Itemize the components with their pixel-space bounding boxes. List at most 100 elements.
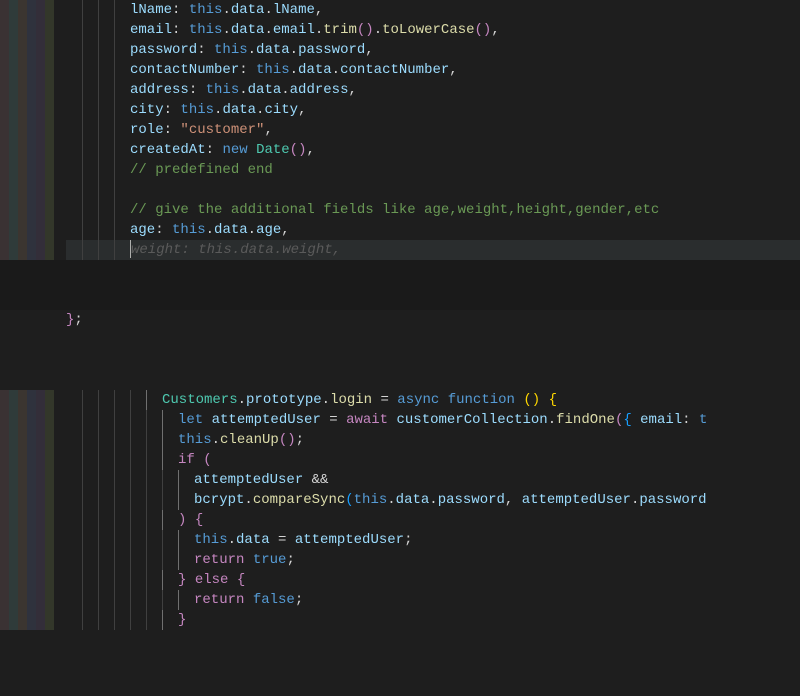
token: {: [195, 512, 203, 528]
token: await: [346, 412, 388, 428]
token: [203, 412, 211, 428]
token: .: [244, 492, 252, 508]
code-line[interactable]: city: this.data.city,: [66, 100, 800, 120]
token: [439, 392, 447, 408]
token: [632, 412, 640, 428]
token: data: [396, 492, 430, 508]
token: ;: [286, 552, 294, 568]
token: data: [256, 42, 290, 58]
code-editor[interactable]: lName: this.data.lName,email: this.data.…: [0, 0, 800, 696]
code-line[interactable]: bcrypt.compareSync(this.data.password, a…: [66, 490, 800, 510]
code-line[interactable]: let attemptedUser = await customerCollec…: [66, 410, 800, 430]
token: email: [640, 412, 682, 428]
token: email: [273, 22, 315, 38]
token: Date: [256, 142, 290, 158]
code-line[interactable]: ) {: [66, 510, 800, 530]
token: (): [290, 142, 307, 158]
code-line[interactable]: this.data = attemptedUser;: [66, 530, 800, 550]
token: }: [178, 612, 186, 628]
token: {: [549, 392, 557, 408]
token: password: [438, 492, 505, 508]
token: this: [178, 432, 212, 448]
code-line[interactable]: } else {: [66, 570, 800, 590]
token: createdAt: [130, 142, 206, 158]
token: .: [212, 432, 220, 448]
token: lName: [273, 2, 315, 18]
code-line[interactable]: if (: [66, 450, 800, 470]
token: :: [206, 142, 223, 158]
token: .: [248, 42, 256, 58]
token: .: [228, 532, 236, 548]
token: (): [357, 22, 374, 38]
code-line[interactable]: email: this.data.email.trim().toLowerCas…: [66, 20, 800, 40]
token: &&: [303, 472, 337, 488]
code-line[interactable]: // predefined end: [66, 160, 800, 180]
code-line[interactable]: contactNumber: this.data.contactNumber,: [66, 60, 800, 80]
code-line[interactable]: age: this.data.age,: [66, 220, 800, 240]
code-line[interactable]: };: [66, 310, 800, 330]
token: .: [332, 62, 340, 78]
token: ,: [306, 142, 314, 158]
token: data: [222, 102, 256, 118]
token: findOne: [556, 412, 615, 428]
token: .: [264, 2, 272, 18]
token: .: [238, 392, 246, 408]
code-line[interactable]: weight: this.data.weight,: [66, 240, 800, 260]
code-line[interactable]: }: [66, 610, 800, 630]
code-line[interactable]: attemptedUser &&: [66, 470, 800, 490]
token: this: [354, 492, 388, 508]
token: [186, 572, 194, 588]
code-line[interactable]: return false;: [66, 590, 800, 610]
token: ;: [74, 312, 82, 328]
token: ,: [298, 102, 306, 118]
code-line[interactable]: return true;: [66, 550, 800, 570]
code-line[interactable]: createdAt: new Date(),: [66, 140, 800, 160]
token: // give the additional fields like age,w…: [130, 202, 659, 218]
token: .: [222, 2, 230, 18]
token: [244, 552, 252, 568]
token: (): [279, 432, 296, 448]
token: attemptedUser: [194, 472, 303, 488]
token: .: [548, 412, 556, 428]
code-line[interactable]: this.cleanUp();: [66, 430, 800, 450]
gutter: [0, 0, 60, 696]
token: .: [222, 22, 230, 38]
token: async: [397, 392, 439, 408]
token: true: [253, 552, 287, 568]
token: :: [682, 412, 699, 428]
token: :: [189, 82, 206, 98]
token: :: [239, 62, 256, 78]
token: password: [130, 42, 197, 58]
code-line[interactable]: Customers.prototype.login = async functi…: [66, 390, 800, 410]
token: ,: [491, 22, 499, 38]
token: contactNumber: [130, 62, 239, 78]
token: false: [253, 592, 295, 608]
token: prototype: [246, 392, 322, 408]
token: .: [374, 22, 382, 38]
code-line[interactable]: password: this.data.password,: [66, 40, 800, 60]
token: return: [194, 552, 244, 568]
token: password: [639, 492, 706, 508]
code-line[interactable]: [66, 180, 800, 200]
token: =: [270, 532, 295, 548]
token: .: [239, 82, 247, 98]
token: .: [322, 392, 330, 408]
token: =: [372, 392, 397, 408]
code-line[interactable]: // give the additional fields like age,w…: [66, 200, 800, 220]
token: age: [256, 222, 281, 238]
code-line[interactable]: lName: this.data.lName,: [66, 0, 800, 20]
token: (: [203, 452, 211, 468]
token: ,: [505, 492, 522, 508]
code-line[interactable]: role: "customer",: [66, 120, 800, 140]
token: customerCollection: [396, 412, 547, 428]
code-area[interactable]: lName: this.data.lName,email: this.data.…: [60, 0, 800, 696]
token: contactNumber: [340, 62, 449, 78]
code-line[interactable]: address: this.data.address,: [66, 80, 800, 100]
token: [540, 392, 548, 408]
token: :: [164, 122, 181, 138]
token: data: [236, 532, 270, 548]
token: .: [264, 22, 272, 38]
token: city: [264, 102, 298, 118]
token: function: [448, 392, 515, 408]
token: :: [172, 2, 189, 18]
